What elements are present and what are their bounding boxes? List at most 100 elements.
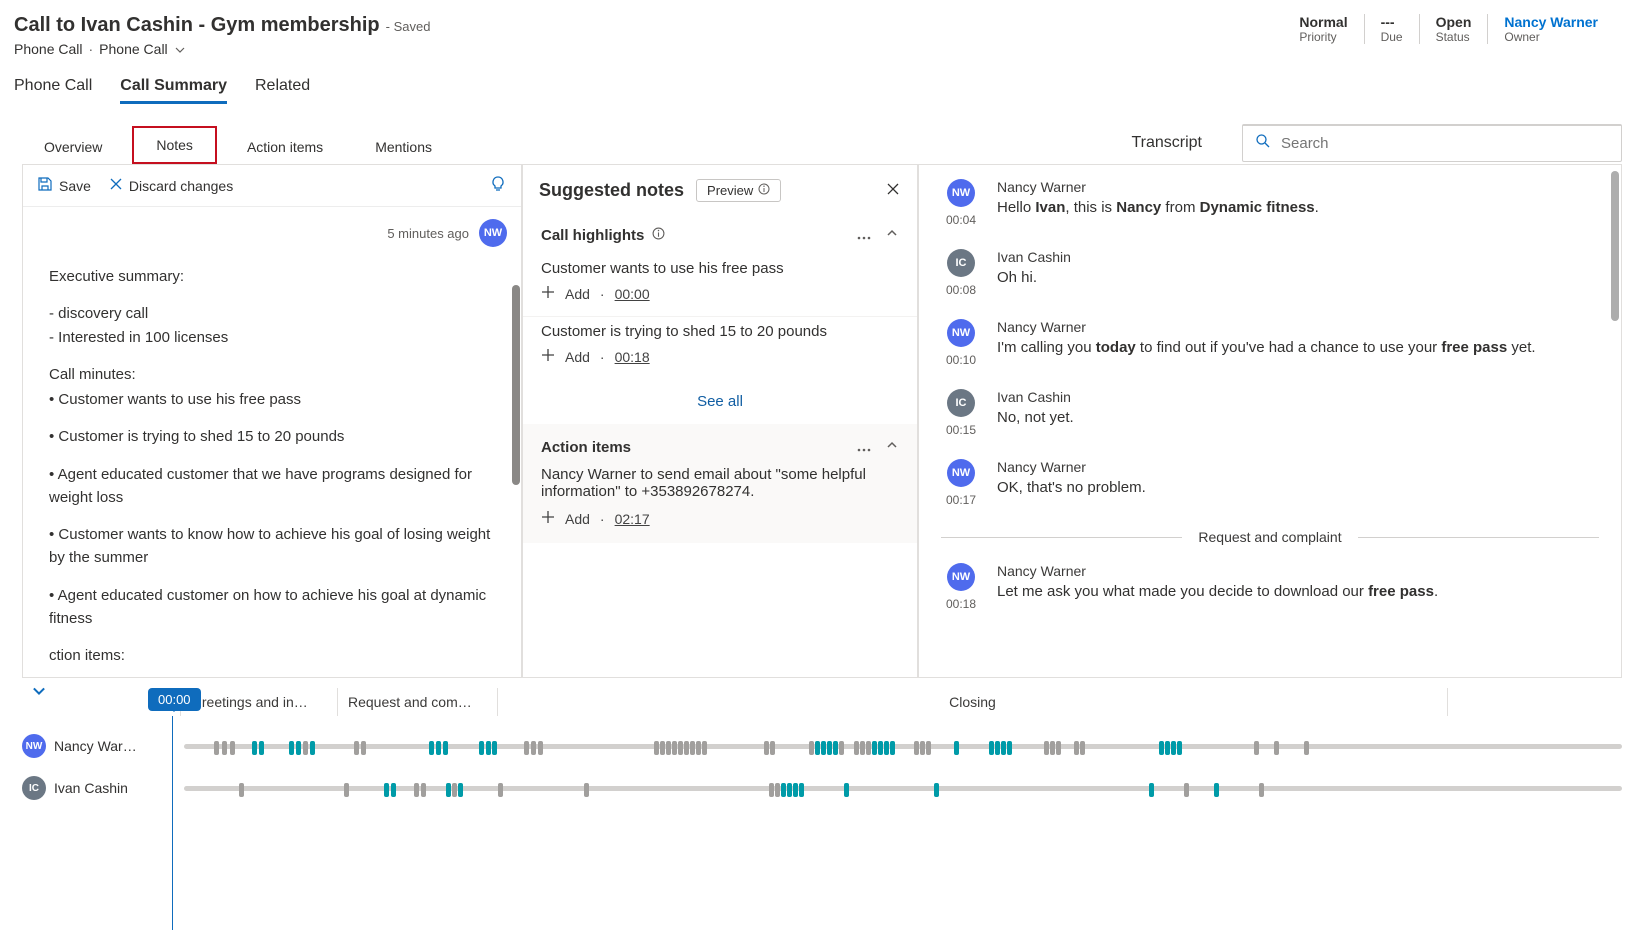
avatar: NW (22, 734, 46, 758)
avatar: IC (22, 776, 46, 800)
plus-icon[interactable] (541, 510, 555, 527)
timeline-tick (486, 741, 491, 755)
timeline-tick (914, 741, 919, 755)
owner-label: Owner (1504, 30, 1598, 44)
timeline-tick (839, 741, 844, 755)
timeline-tick (1259, 783, 1264, 797)
timeline-tick (770, 741, 775, 755)
chevron-down-icon[interactable] (174, 43, 186, 55)
track-label: Ivan Cashin (54, 780, 128, 796)
timeline-tick (690, 741, 695, 755)
status-value[interactable]: Open (1436, 14, 1472, 30)
timeline-tick (672, 741, 677, 755)
transcript-search-input[interactable] (1281, 135, 1609, 152)
highlight-timestamp[interactable]: 00:00 (615, 286, 650, 302)
add-action-item-button[interactable]: Add (565, 511, 590, 527)
more-icon[interactable] (857, 227, 871, 244)
due-value[interactable]: --- (1381, 14, 1403, 30)
transcript-section-divider: Request and complaint (941, 529, 1599, 545)
timeline-tick (1304, 741, 1309, 755)
highlight-text: Customer is trying to shed 15 to 20 poun… (541, 323, 899, 340)
tab-phone-call[interactable]: Phone Call (14, 77, 92, 104)
segment-request[interactable]: Request and com… (338, 688, 498, 716)
timeline-tick (890, 741, 895, 755)
timeline-tick (443, 741, 448, 755)
close-icon (109, 177, 123, 194)
timeline-tick (421, 783, 426, 797)
search-input-wrapper[interactable] (1242, 124, 1622, 162)
lightbulb-icon[interactable] (489, 175, 507, 196)
chevron-up-icon[interactable] (885, 226, 899, 244)
subtab-notes[interactable]: Notes (132, 126, 217, 164)
playhead-time: 00:00 (148, 688, 201, 711)
scrollbar-thumb[interactable] (1611, 171, 1619, 321)
track-bar[interactable] (184, 786, 1622, 791)
owner-value[interactable]: Nancy Warner (1504, 14, 1598, 30)
timeline-tick (934, 783, 939, 797)
timeline-tick (781, 783, 786, 797)
timeline-tick (799, 783, 804, 797)
scrollbar-thumb[interactable] (512, 285, 520, 485)
avatar: IC (947, 249, 975, 277)
timeline-tick (678, 741, 683, 755)
chevron-down-icon[interactable] (30, 682, 48, 703)
transcript-time: 00:17 (946, 493, 976, 507)
timeline-tick (230, 741, 235, 755)
notes-line: • Customer wants to know how to achieve … (49, 523, 495, 570)
priority-value[interactable]: Normal (1299, 14, 1347, 30)
close-suggested-button[interactable] (885, 181, 901, 200)
more-icon[interactable] (857, 439, 871, 456)
timeline-tick (1044, 741, 1049, 755)
plus-icon[interactable] (541, 285, 555, 302)
transcript-text: OK, that's no problem. (997, 479, 1599, 496)
timeline-tick (391, 783, 396, 797)
notes-timestamp: 5 minutes ago (387, 226, 469, 241)
timeline-tick (878, 741, 883, 755)
see-all-link[interactable]: See all (697, 393, 743, 410)
subtab-mentions[interactable]: Mentions (353, 130, 454, 164)
info-icon[interactable] (652, 227, 665, 244)
transcript-text: Hello Ivan, this is Nancy from Dynamic f… (997, 199, 1599, 216)
transcript-time: 00:08 (946, 283, 976, 297)
suggested-notes-title: Suggested notes (539, 180, 684, 201)
timeline-tick (884, 741, 889, 755)
save-button[interactable]: Save (37, 176, 91, 195)
highlight-timestamp[interactable]: 00:18 (615, 349, 650, 365)
timeline-tick (259, 741, 264, 755)
search-icon (1255, 133, 1271, 154)
tab-related[interactable]: Related (255, 77, 310, 104)
timeline-tick (775, 783, 780, 797)
timeline-tick (1074, 741, 1079, 755)
avatar: NW (947, 459, 975, 487)
save-label: Save (59, 178, 91, 194)
plus-icon[interactable] (541, 348, 555, 365)
timeline-tick (1001, 741, 1006, 755)
discard-button[interactable]: Discard changes (109, 177, 233, 194)
transcript-time: 00:18 (946, 597, 976, 611)
notes-line: Executive summary: (49, 265, 495, 288)
segment-closing[interactable]: Closing (498, 688, 1448, 716)
timeline-track-nancy: NWNancy War… (22, 734, 1622, 758)
track-bar[interactable] (184, 744, 1622, 749)
add-highlight-button[interactable]: Add (565, 286, 590, 302)
status-bar: NormalPriority ---Due OpenStatus Nancy W… (1283, 14, 1614, 44)
timeline-segments: Greetings and in… Request and com… Closi… (180, 688, 1622, 716)
subtab-overview[interactable]: Overview (22, 130, 124, 164)
add-highlight-button[interactable]: Add (565, 349, 590, 365)
notes-editor[interactable]: Executive summary: - discovery call - In… (23, 247, 521, 677)
preview-button[interactable]: Preview (696, 179, 781, 202)
tab-call-summary[interactable]: Call Summary (120, 77, 227, 104)
timeline-tick (872, 741, 877, 755)
timeline-tick (1080, 741, 1085, 755)
chevron-up-icon[interactable] (885, 438, 899, 456)
subtab-action-items[interactable]: Action items (225, 130, 345, 164)
timeline-tick (1056, 741, 1061, 755)
info-icon (758, 183, 770, 198)
avatar: IC (947, 389, 975, 417)
action-item-timestamp[interactable]: 02:17 (615, 511, 650, 527)
timeline-tick (926, 741, 931, 755)
timeline-tick (821, 741, 826, 755)
entity-type-b[interactable]: Phone Call (99, 41, 168, 57)
timeline-tick (344, 783, 349, 797)
timeline-track-ivan: IC Ivan Cashin (22, 776, 1622, 800)
